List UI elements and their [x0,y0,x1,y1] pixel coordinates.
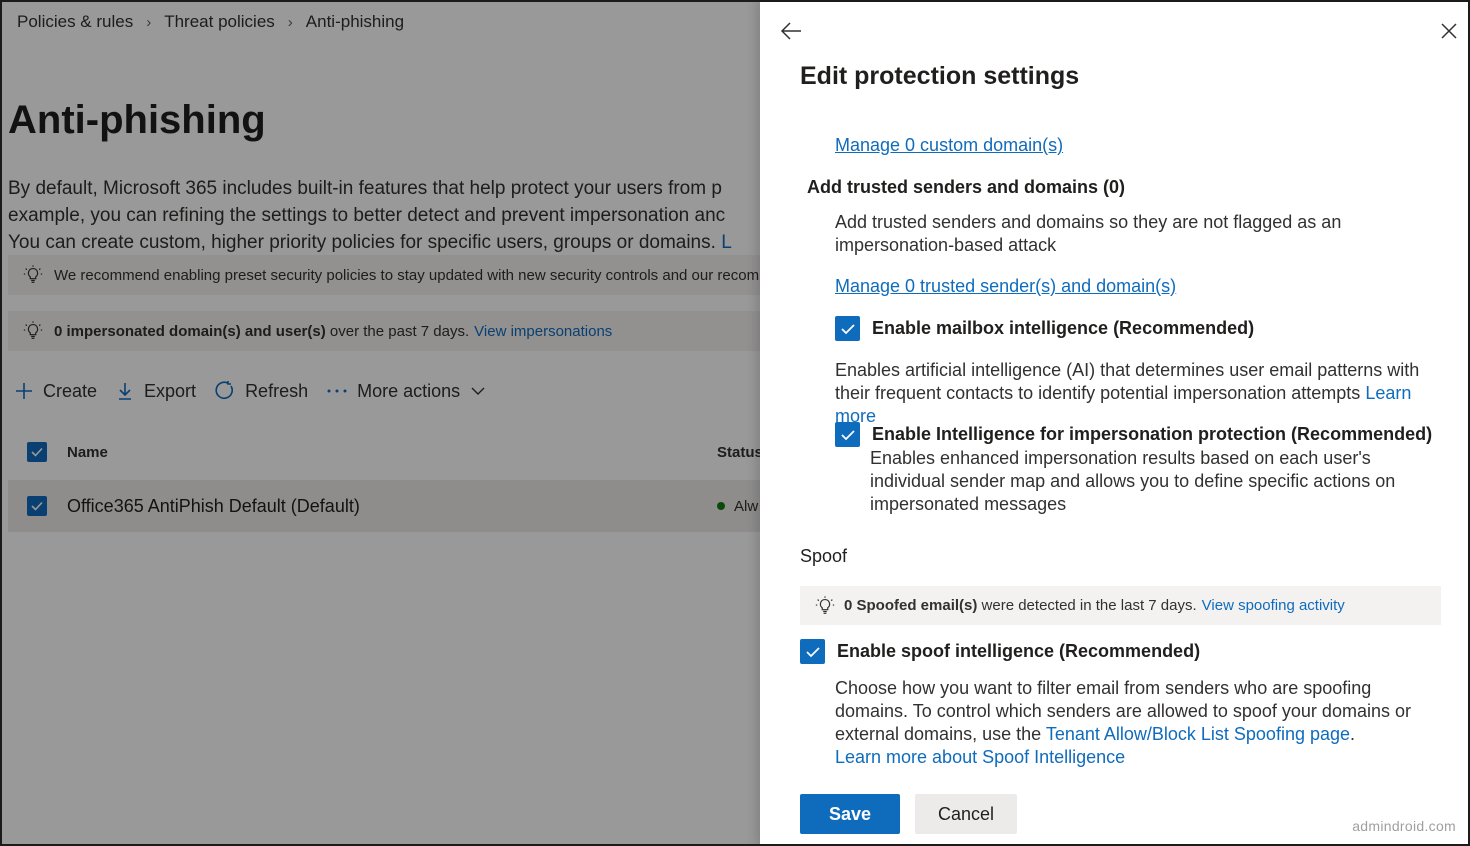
mailbox-intelligence-option[interactable]: Enable mailbox intelligence (Recommended… [835,316,1254,341]
impersonation-protection-option[interactable]: Enable Intelligence for impersonation pr… [835,422,1432,447]
trusted-senders-heading: Add trusted senders and domains (0) [807,177,1126,197]
spoof-intelligence-option[interactable]: Enable spoof intelligence (Recommended) [800,639,1200,664]
view-spoofing-activity-link[interactable]: View spoofing activity [1202,597,1345,614]
spoofed-text: were detected in the last 7 days. [981,597,1197,614]
spoofed-count: 0 Spoofed email(s) [844,597,978,614]
spoof-intelligence-checkbox[interactable] [800,639,825,664]
checkmark-icon [840,429,855,440]
manage-trusted-senders-link[interactable]: Manage 0 trusted sender(s) and domain(s) [835,276,1176,297]
checkmark-icon [840,323,855,334]
arrow-left-icon [780,22,801,40]
close-icon [1441,23,1457,39]
lightbulb-icon [815,595,835,614]
mailbox-intelligence-description: Enables artificial intelligence (AI) tha… [835,360,1420,426]
manage-custom-domains-link[interactable]: Manage 0 custom domain(s) [835,135,1063,156]
mailbox-intelligence-label: Enable mailbox intelligence (Recommended… [872,318,1255,338]
impersonation-protection-label: Enable Intelligence for impersonation pr… [872,424,1433,444]
edit-protection-panel: Edit protection settings Manage 0 custom… [760,0,1470,846]
trusted-senders-description: Add trusted senders and domains so they … [835,212,1342,255]
impersonation-protection-description: Enables enhanced impersonation results b… [870,448,1396,514]
tenant-allow-block-list-link[interactable]: Tenant Allow/Block List Spoofing page [1046,724,1350,744]
spoof-intelligence-learn-more-link[interactable]: Learn more about Spoof Intelligence [835,747,1125,767]
back-button[interactable] [778,18,804,44]
spoof-intelligence-label: Enable spoof intelligence (Recommended) [837,641,1201,661]
cancel-button[interactable]: Cancel [915,794,1017,834]
save-button[interactable]: Save [800,794,900,834]
spoof-intelligence-description: Choose how you want to filter email from… [835,678,1411,767]
spoof-info-bar: 0 Spoofed email(s) were detected in the … [800,586,1441,625]
watermark: admindroid.com [1352,818,1456,834]
spoof-heading: Spoof [800,546,848,566]
panel-title: Edit protection settings [800,62,1080,90]
close-button[interactable] [1436,18,1462,44]
impersonation-protection-checkbox[interactable] [835,422,860,447]
checkmark-icon [805,646,820,657]
mailbox-intelligence-checkbox[interactable] [835,316,860,341]
modal-overlay[interactable] [0,0,760,846]
